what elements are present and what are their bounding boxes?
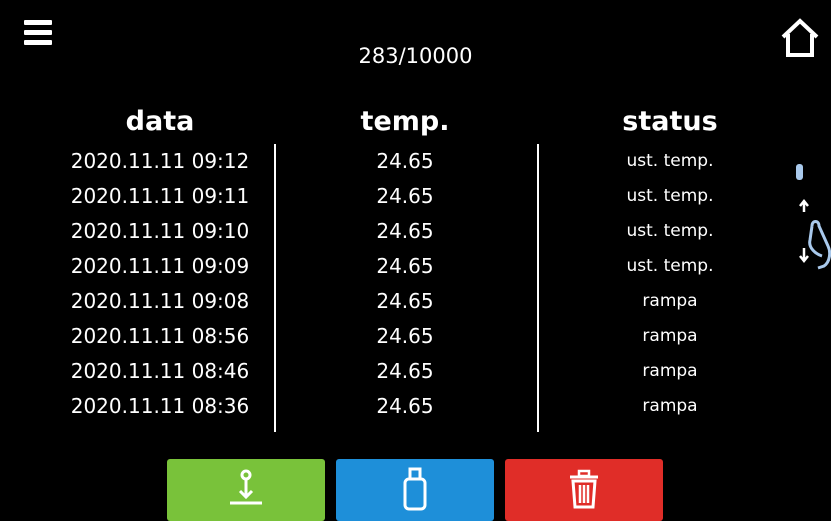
table-cell-status: rampa <box>642 291 698 311</box>
column-header-date: data <box>125 106 195 137</box>
export-button[interactable] <box>167 459 325 521</box>
download-to-device-icon <box>230 469 262 505</box>
table-cell-status: ust. temp. <box>626 221 714 241</box>
usb-drive-icon <box>403 467 427 511</box>
table-cell-temp: 24.65 <box>376 219 434 243</box>
usb-save-button[interactable] <box>336 459 494 521</box>
table-cell-date: 2020.11.11 08:36 <box>70 394 250 418</box>
table-cell-date: 2020.11.11 09:10 <box>70 219 250 243</box>
table-cell-temp: 24.65 <box>376 149 434 173</box>
table-cell-date: 2020.11.11 09:08 <box>70 289 250 313</box>
table-cell-temp: 24.65 <box>376 289 434 313</box>
table-cell-status: ust. temp. <box>626 151 714 171</box>
column-header-status: status <box>622 106 718 137</box>
table-cell-temp: 24.65 <box>376 324 434 348</box>
record-counter: 283/10000 <box>358 44 473 68</box>
table-cell-temp: 24.65 <box>376 359 434 383</box>
table-cell-date: 2020.11.11 09:12 <box>70 149 250 173</box>
home-button[interactable] <box>778 16 822 60</box>
table-cell-temp: 24.65 <box>376 254 434 278</box>
table-cell-status: rampa <box>642 396 698 416</box>
column-divider <box>537 144 539 432</box>
table-cell-status: ust. temp. <box>626 186 714 206</box>
table-cell-temp: 24.65 <box>376 394 434 418</box>
home-icon <box>781 18 819 57</box>
table-cell-status: ust. temp. <box>626 256 714 276</box>
trash-icon <box>570 469 598 509</box>
status-column: ust. temp. ust. temp. ust. temp. ust. te… <box>605 146 735 426</box>
column-divider <box>274 144 276 432</box>
table-cell-date: 2020.11.11 09:11 <box>70 184 250 208</box>
table-cell-temp: 24.65 <box>376 184 434 208</box>
scrollbar-thumb[interactable] <box>796 164 803 180</box>
delete-button[interactable] <box>505 459 663 521</box>
date-column: 2020.11.11 09:12 2020.11.11 09:11 2020.1… <box>55 146 265 426</box>
log-screen: 283/10000 data temp. status 2020.11.11 0… <box>0 0 831 521</box>
swipe-scroll-hand-icon <box>799 198 831 270</box>
table-cell-date: 2020.11.11 08:46 <box>70 359 250 383</box>
temp-column: 24.65 24.65 24.65 24.65 24.65 24.65 24.6… <box>350 146 460 426</box>
table-cell-date: 2020.11.11 09:09 <box>70 254 250 278</box>
table-cell-status: rampa <box>642 326 698 346</box>
table-cell-date: 2020.11.11 08:56 <box>70 324 250 348</box>
column-header-temp: temp. <box>360 106 450 137</box>
table-cell-status: rampa <box>642 361 698 381</box>
